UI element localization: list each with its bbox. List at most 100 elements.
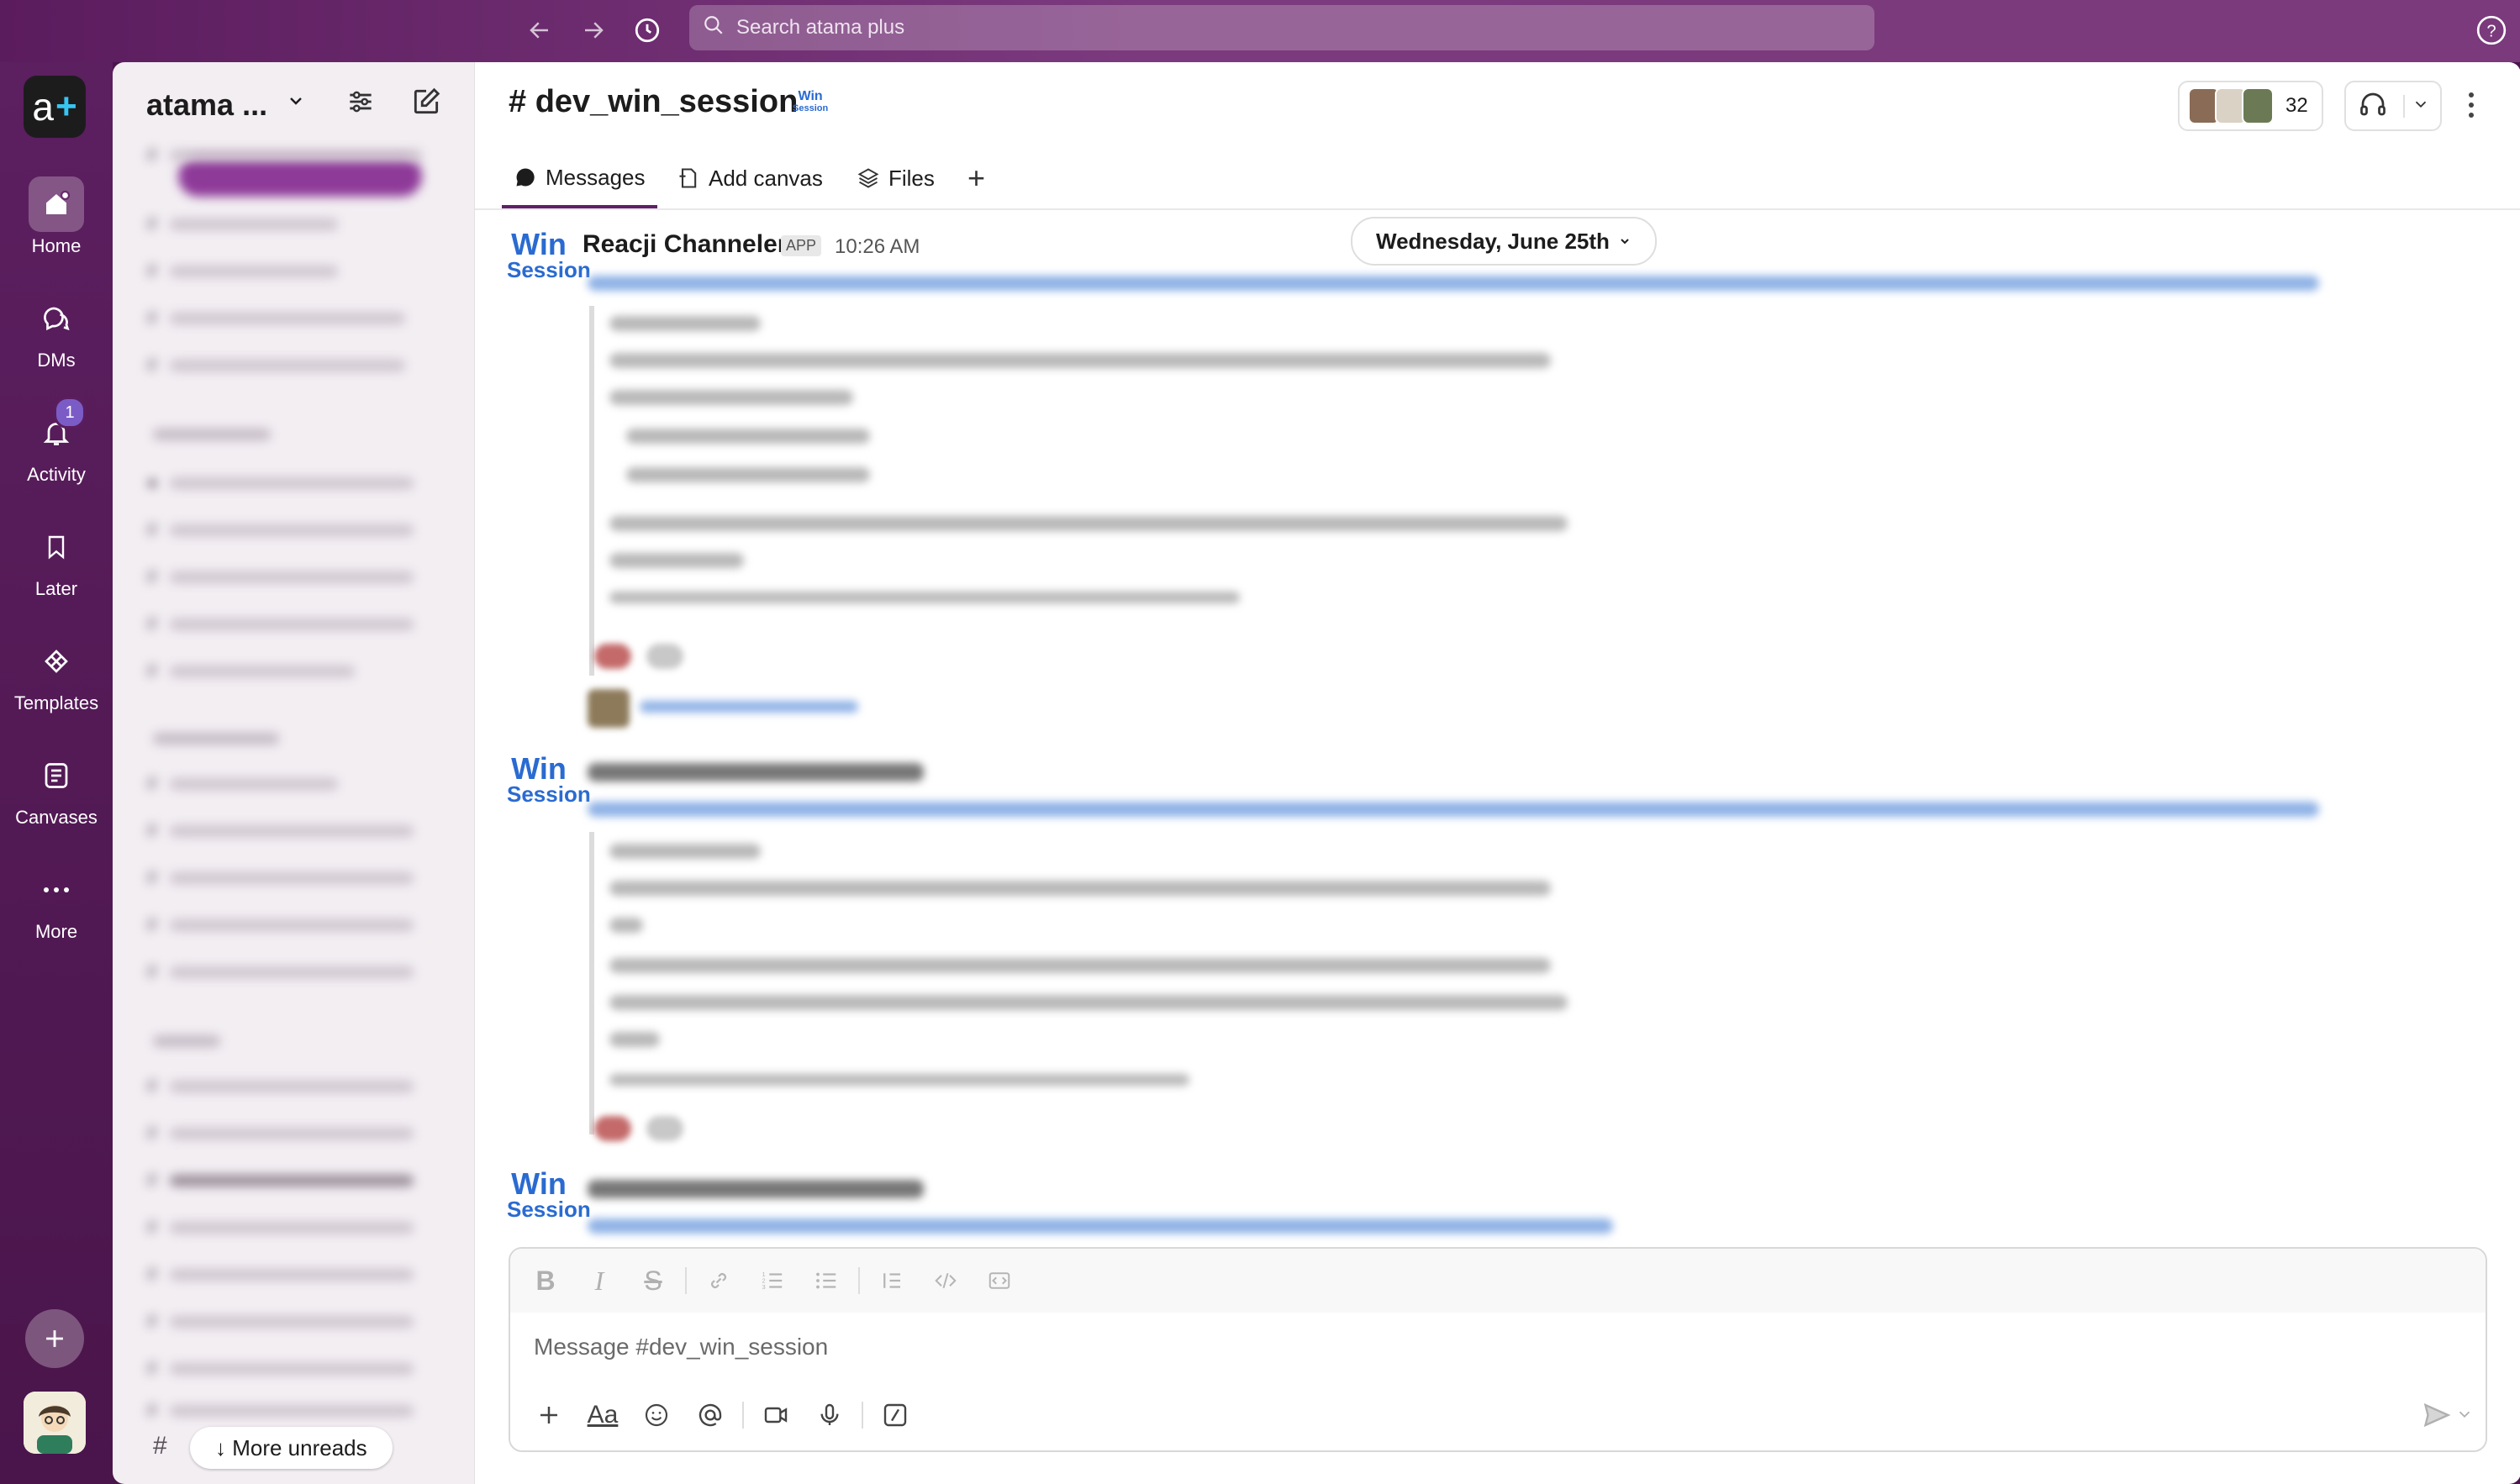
tab-add-canvas[interactable]: Add canvas xyxy=(677,150,823,207)
sidebar-channel[interactable]: # xyxy=(146,143,422,168)
history-clock-icon[interactable] xyxy=(629,12,666,49)
reaction[interactable] xyxy=(594,644,631,669)
sidebar-section-header[interactable] xyxy=(153,1029,220,1054)
strikethrough-icon[interactable]: S xyxy=(626,1259,680,1302)
rail-home[interactable]: Home xyxy=(0,176,113,257)
sidebar-channel[interactable]: # xyxy=(146,1074,414,1099)
sidebar-channel[interactable]: # xyxy=(146,866,414,891)
tab-files[interactable]: Files xyxy=(857,150,935,207)
app-avatar[interactable]: Win Session xyxy=(507,751,591,808)
help-icon[interactable]: ? xyxy=(2475,13,2508,47)
bulleted-list-icon[interactable] xyxy=(799,1259,853,1302)
sidebar-channel[interactable]: ● xyxy=(146,471,414,496)
video-icon[interactable] xyxy=(749,1393,803,1437)
back-arrow-icon[interactable] xyxy=(521,12,558,49)
date-divider[interactable]: Wednesday, June 25th xyxy=(1351,217,1657,266)
sidebar-section-header[interactable] xyxy=(153,422,271,447)
sidebar-section-header[interactable] xyxy=(153,726,279,751)
sidebar-channel[interactable]: # xyxy=(146,259,338,284)
add-reaction[interactable] xyxy=(646,1116,683,1141)
message-timestamp[interactable]: 10:26 AM xyxy=(835,235,920,259)
rail-label: Later xyxy=(34,578,78,599)
sidebar-channel[interactable]: # xyxy=(146,518,414,543)
members-button[interactable]: 32 xyxy=(2178,81,2323,131)
rail-canvases[interactable]: Canvases xyxy=(0,748,113,829)
message-author[interactable]: Reacji Channeler xyxy=(583,230,787,259)
sidebar-channel[interactable]: # xyxy=(146,659,355,684)
sidebar-channel[interactable]: # xyxy=(146,771,338,797)
more-unreads-button[interactable]: ↓ More unreads xyxy=(190,1427,393,1469)
italic-icon[interactable]: I xyxy=(572,1259,626,1302)
add-workspace-button[interactable] xyxy=(25,1309,84,1368)
workspace-name[interactable]: atama ... xyxy=(146,87,267,123)
bold-icon[interactable]: B xyxy=(519,1259,572,1302)
message-composer: B I S 123 Message #dev_win_session Aa xyxy=(509,1247,2487,1452)
chevron-down-icon[interactable] xyxy=(2455,1405,2474,1428)
reaction[interactable] xyxy=(594,1116,631,1141)
sidebar-channel[interactable]: # xyxy=(146,353,405,378)
sidebar-channel[interactable]: # xyxy=(146,1309,414,1334)
code-block-icon[interactable] xyxy=(973,1259,1026,1302)
microphone-icon[interactable] xyxy=(803,1393,857,1437)
message-link[interactable] xyxy=(588,802,2319,817)
rail-templates[interactable]: Templates xyxy=(0,634,113,714)
sidebar-channel[interactable]: # xyxy=(146,960,414,985)
rail-more[interactable]: More xyxy=(0,862,113,943)
workspace-logo[interactable]: a + xyxy=(24,76,86,138)
chevron-down-icon[interactable] xyxy=(2403,94,2430,118)
forward-arrow-icon[interactable] xyxy=(575,12,612,49)
sidebar-channel[interactable]: # xyxy=(146,818,414,844)
code-icon[interactable] xyxy=(919,1259,973,1302)
search-bar[interactable]: Search atama plus xyxy=(689,5,1874,50)
sidebar-channel[interactable]: # xyxy=(146,1121,414,1146)
sidebar-channel[interactable]: # xyxy=(146,1398,414,1423)
canvas-add-icon xyxy=(679,168,697,188)
message-author[interactable] xyxy=(588,763,924,781)
kebab-menu-icon[interactable] xyxy=(2467,91,2475,124)
svg-text:?: ? xyxy=(2486,23,2496,41)
tab-messages[interactable]: Messages xyxy=(502,150,657,208)
message-link[interactable] xyxy=(588,276,2319,291)
sidebar-channel[interactable]: # xyxy=(146,565,414,590)
ordered-list-icon[interactable]: 123 xyxy=(746,1259,799,1302)
sidebar-channel[interactable]: # xyxy=(146,1168,414,1193)
user-avatar[interactable] xyxy=(24,1392,86,1454)
app-avatar[interactable]: Win Session xyxy=(507,229,591,283)
sidebar-channel[interactable]: # xyxy=(146,612,414,637)
compose-icon[interactable] xyxy=(410,86,442,122)
add-tab-button[interactable]: + xyxy=(967,150,985,207)
emoji-icon[interactable] xyxy=(630,1393,683,1437)
blockquote-icon[interactable] xyxy=(865,1259,919,1302)
message-author[interactable] xyxy=(588,1180,924,1198)
app-avatar[interactable]: Win Session xyxy=(507,1169,591,1223)
tab-label: Add canvas xyxy=(709,165,823,191)
sidebar-channel[interactable]: # xyxy=(146,1215,414,1240)
sidebar-channel[interactable]: # xyxy=(146,913,414,938)
chevron-down-icon[interactable] xyxy=(286,91,306,115)
thread-replies[interactable] xyxy=(640,701,858,713)
slash-command-icon[interactable] xyxy=(868,1393,922,1437)
plus-icon[interactable] xyxy=(522,1393,576,1437)
link-icon[interactable] xyxy=(692,1259,746,1302)
message-link[interactable] xyxy=(588,1218,1613,1234)
message-bubble-icon xyxy=(516,168,535,187)
app-avatar-top: Win xyxy=(511,751,567,786)
sidebar-channel[interactable]: # xyxy=(146,212,338,237)
sidebar-channel[interactable]: # xyxy=(146,1356,414,1381)
sidebar-channel[interactable]: # xyxy=(146,1262,414,1287)
filter-icon[interactable] xyxy=(345,86,377,122)
format-text-icon[interactable]: Aa xyxy=(576,1393,630,1437)
quoted-text xyxy=(609,390,853,405)
sidebar-channel[interactable]: # xyxy=(146,306,405,331)
message-input[interactable] xyxy=(532,1333,2385,1361)
channel-title[interactable]: # dev_win_session xyxy=(509,84,798,120)
add-reaction[interactable] xyxy=(646,644,683,669)
tab-label: Files xyxy=(888,165,935,191)
rail-activity[interactable]: 1 Activity xyxy=(0,397,113,486)
date-divider-label: Wednesday, June 25th xyxy=(1376,228,1610,254)
rail-later[interactable]: Later xyxy=(0,519,113,600)
rail-dms[interactable]: DMs xyxy=(0,291,113,371)
huddle-button[interactable] xyxy=(2344,81,2442,131)
send-icon[interactable] xyxy=(2422,1400,2452,1434)
mention-icon[interactable] xyxy=(683,1393,737,1437)
